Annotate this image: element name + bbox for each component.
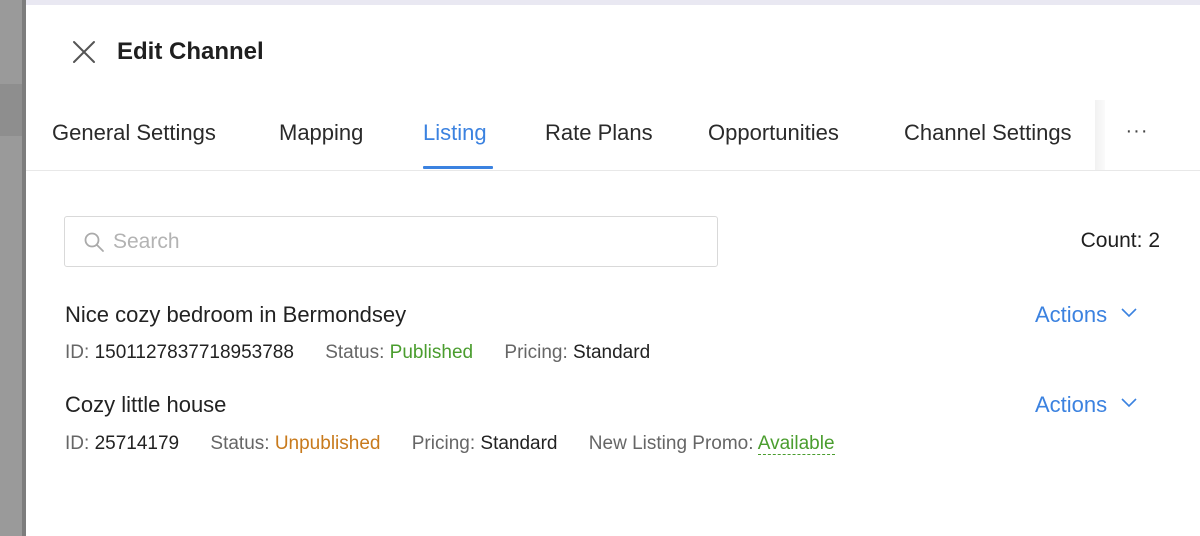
- tab-mapping[interactable]: Mapping: [279, 118, 363, 148]
- status-badge: Unpublished: [274, 433, 381, 454]
- page-backdrop: [0, 0, 26, 536]
- status-label: Status:: [210, 433, 270, 454]
- tab-bar: General Settings Mapping Listing Rate Pl…: [26, 100, 1200, 171]
- listing-count: Count: 2: [1081, 229, 1160, 253]
- pricing-value: Standard: [480, 433, 558, 454]
- tab-general-settings[interactable]: General Settings: [52, 118, 216, 148]
- listing-item: Nice cozy bedroom in Bermondsey ID: 1501…: [65, 300, 1160, 363]
- search-icon: [83, 231, 105, 253]
- close-icon[interactable]: [72, 40, 96, 64]
- count-value: 2: [1148, 229, 1160, 252]
- listing-name: Cozy little house: [65, 392, 227, 417]
- count-label: Count:: [1080, 229, 1143, 252]
- id-label: ID:: [65, 342, 90, 363]
- listing-id: 25714179: [94, 433, 180, 454]
- pricing-label: Pricing:: [411, 433, 476, 454]
- status-label: Status:: [325, 342, 385, 363]
- actions-dropdown[interactable]: Actions: [1035, 390, 1137, 420]
- chevron-down-icon: [1121, 398, 1137, 408]
- tab-overflow-fade: [1095, 100, 1105, 170]
- pricing-value: Standard: [573, 342, 651, 363]
- actions-label: Actions: [1035, 392, 1108, 417]
- promo-label: New Listing Promo:: [588, 433, 754, 454]
- actions-label: Actions: [1035, 302, 1108, 327]
- tab-rate-plans[interactable]: Rate Plans: [545, 118, 653, 148]
- search-box[interactable]: [64, 216, 718, 267]
- listing-item: Cozy little house ID: 25714179 Status: U…: [65, 390, 1160, 455]
- listing-id: 1501127837718953788: [94, 342, 294, 363]
- chevron-down-icon: [1121, 308, 1137, 318]
- status-badge: Published: [389, 342, 474, 363]
- pricing-label: Pricing:: [504, 342, 568, 363]
- search-input[interactable]: [113, 225, 703, 259]
- tab-opportunities[interactable]: Opportunities: [708, 118, 839, 148]
- drawer-top-border: [26, 0, 1200, 5]
- listing-meta: ID: 25714179 Status: Unpublished Pricing…: [65, 431, 835, 457]
- drawer-title: Edit Channel: [117, 38, 264, 65]
- id-label: ID:: [65, 433, 90, 454]
- listing-meta: ID: 1501127837718953788 Status: Publishe…: [65, 340, 676, 366]
- tab-listing[interactable]: Listing: [423, 118, 487, 148]
- active-tab-indicator: [423, 166, 493, 169]
- tab-channel-settings[interactable]: Channel Settings: [904, 118, 1072, 148]
- listing-name: Nice cozy bedroom in Bermondsey: [65, 302, 407, 327]
- edit-channel-drawer: Edit Channel General Settings Mapping Li…: [26, 0, 1200, 536]
- actions-dropdown[interactable]: Actions: [1035, 300, 1137, 330]
- promo-link[interactable]: Available: [757, 433, 835, 455]
- more-tabs-icon[interactable]: ···: [1122, 118, 1152, 148]
